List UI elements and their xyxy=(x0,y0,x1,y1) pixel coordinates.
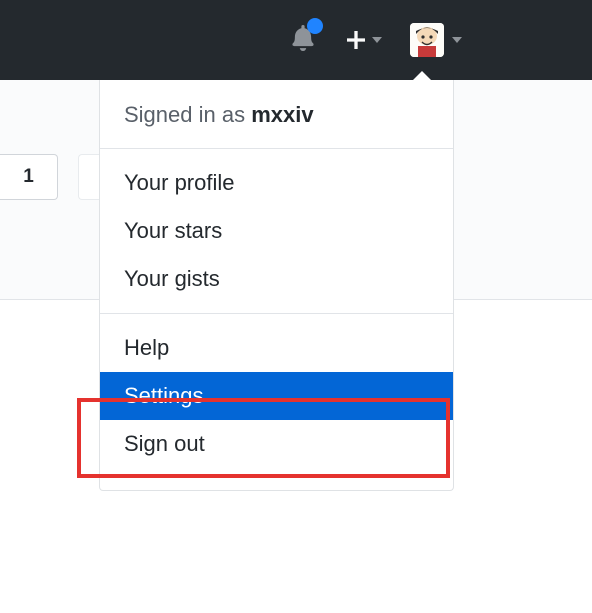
avatar xyxy=(410,23,444,57)
signed-in-header: Signed in as mxxiv xyxy=(100,80,453,148)
menu-item-your-gists[interactable]: Your gists xyxy=(100,255,453,303)
page-number-label: 1 xyxy=(23,166,34,188)
notifications-button[interactable] xyxy=(290,25,316,56)
create-new-button[interactable] xyxy=(344,28,382,52)
menu-item-help[interactable]: Help xyxy=(100,324,453,372)
menu-item-your-stars[interactable]: Your stars xyxy=(100,207,453,255)
page-number-button[interactable]: 1 xyxy=(0,154,58,200)
menu-divider xyxy=(100,148,453,149)
username: mxxiv xyxy=(251,102,313,127)
user-dropdown-menu: Signed in as mxxiv Your profile Your sta… xyxy=(99,80,454,491)
menu-item-settings[interactable]: Settings xyxy=(100,372,453,420)
user-menu-button[interactable] xyxy=(410,23,462,57)
notification-dot xyxy=(307,18,323,34)
top-nav-bar xyxy=(0,0,592,80)
dropdown-pointer xyxy=(412,71,432,81)
caret-down-icon xyxy=(372,37,382,43)
caret-down-icon xyxy=(452,37,462,43)
plus-icon xyxy=(344,28,368,52)
menu-divider xyxy=(100,313,453,314)
menu-item-your-profile[interactable]: Your profile xyxy=(100,159,453,207)
signed-in-prefix: Signed in as xyxy=(124,102,251,127)
menu-item-sign-out[interactable]: Sign out xyxy=(100,420,453,468)
